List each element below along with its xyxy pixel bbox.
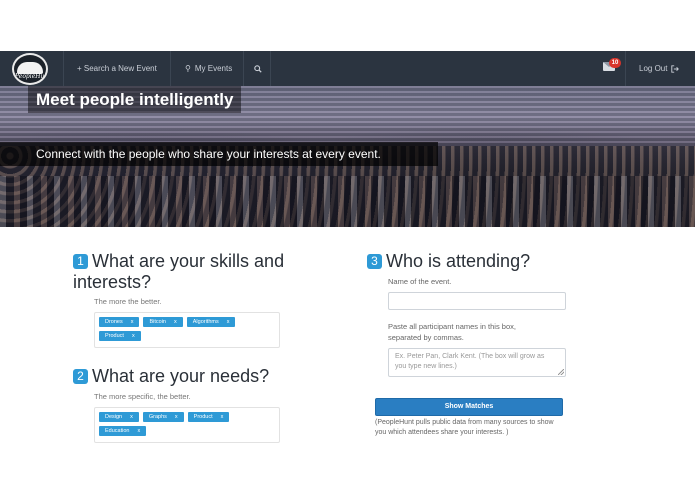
- tag-label: Algorithms: [192, 319, 219, 325]
- needs-heading: 2 What are your needs?: [73, 366, 269, 387]
- tag-remove-button[interactable]: x: [175, 412, 178, 422]
- attending-heading: 3 Who is attending?: [367, 251, 530, 272]
- note-line1: (PeopleHunt pulls public data from many …: [375, 419, 554, 426]
- participants-textarea[interactable]: Ex. Peter Pan, Clark Kent. (The box will…: [388, 348, 566, 377]
- step-number-badge: 1: [73, 254, 88, 269]
- logout-link[interactable]: Log Out: [639, 51, 680, 86]
- tag-chip: Product x: [187, 412, 230, 422]
- hero-subtitle: Connect with the people who share your i…: [0, 142, 438, 166]
- needs-hint: The more specific, the better.: [94, 392, 191, 401]
- note-line2: you which attendees share your interests…: [375, 429, 509, 436]
- tag-remove-button[interactable]: x: [174, 317, 177, 327]
- tag-remove-button[interactable]: x: [227, 317, 230, 327]
- map-marker-icon: ⚲: [185, 64, 191, 73]
- needs-tag-input[interactable]: Design x Graphs x Product x Education x: [94, 407, 280, 443]
- show-matches-button[interactable]: Show Matches: [375, 398, 563, 416]
- skills-hint: The more the better.: [94, 297, 162, 306]
- tag-chip: Product x: [99, 331, 141, 341]
- notification-badge: 10: [609, 58, 621, 68]
- tag-label: Product: [193, 414, 213, 420]
- logo-wordmark: PeopleHunt: [15, 73, 48, 80]
- hero-crowd-foreground: [0, 176, 695, 227]
- attending-heading-text: Who is attending?: [386, 251, 531, 271]
- nav-search-button[interactable]: [254, 51, 262, 86]
- tag-remove-button[interactable]: x: [132, 331, 135, 341]
- skills-heading: 1 What are your skills and interests?: [73, 251, 284, 293]
- textarea-placeholder-line2: you type new lines.): [395, 363, 457, 370]
- tag-label: Product: [105, 333, 124, 339]
- nav-divider: [63, 51, 64, 86]
- step-number-badge: 2: [73, 369, 88, 384]
- skills-heading-line1: What are your skills and: [92, 251, 285, 271]
- data-source-note: (PeopleHunt pulls public data from many …: [375, 418, 575, 438]
- tag-label: Graphs: [148, 414, 167, 420]
- tag-label: Design: [105, 414, 123, 420]
- tag-chip: Design x: [99, 412, 139, 422]
- tag-chip: Algorithms x: [186, 317, 236, 327]
- nav-divider: [243, 51, 244, 86]
- page: PeopleHunt + Search a New Event ⚲ My Eve…: [0, 0, 695, 494]
- participants-label-line1: Paste all participant names in this box,: [388, 322, 516, 331]
- tag-chip: Bitcoin x: [143, 317, 183, 327]
- search-icon: [254, 64, 262, 73]
- participants-label: Paste all participant names in this box,…: [388, 321, 516, 343]
- tag-remove-button[interactable]: x: [221, 412, 224, 422]
- tag-remove-button[interactable]: x: [130, 412, 133, 422]
- navbar: PeopleHunt + Search a New Event ⚲ My Eve…: [0, 51, 695, 86]
- nav-divider: [270, 51, 271, 86]
- nav-divider: [625, 51, 626, 86]
- tag-chip: Drones x: [99, 317, 140, 327]
- event-name-label: Name of the event.: [388, 277, 452, 286]
- resize-handle-icon[interactable]: [558, 369, 564, 375]
- my-events-label: My Events: [194, 64, 233, 73]
- tag-chip: Graphs x: [142, 412, 184, 422]
- textarea-placeholder-line1: Ex. Peter Pan, Clark Kent. (The box will…: [395, 353, 545, 360]
- hero-title: Meet people intelligently: [28, 86, 242, 113]
- search-new-event-label: + Search a New Event: [77, 64, 157, 73]
- step-number-badge: 3: [367, 254, 382, 269]
- tag-label: Bitcoin: [149, 319, 166, 325]
- logout-icon: [671, 64, 680, 73]
- my-events-link[interactable]: ⚲ My Events: [185, 51, 232, 86]
- search-new-event-link[interactable]: + Search a New Event: [77, 51, 157, 86]
- skills-tag-input[interactable]: Drones x Bitcoin x Algorithms x Product x: [94, 312, 280, 348]
- logout-label: Log Out: [639, 64, 668, 73]
- tag-remove-button[interactable]: x: [137, 426, 140, 436]
- participants-label-line2: separated by commas.: [388, 333, 464, 342]
- tag-remove-button[interactable]: x: [131, 317, 134, 327]
- nav-divider: [170, 51, 171, 86]
- tag-label: Drones: [105, 319, 123, 325]
- event-name-input[interactable]: [388, 292, 566, 310]
- tag-label: Education: [105, 428, 130, 434]
- skills-heading-line2: interests?: [73, 272, 152, 292]
- needs-heading-text: What are your needs?: [92, 366, 270, 386]
- peoplehunt-logo[interactable]: PeopleHunt: [12, 53, 48, 85]
- tag-chip: Education x: [99, 426, 147, 436]
